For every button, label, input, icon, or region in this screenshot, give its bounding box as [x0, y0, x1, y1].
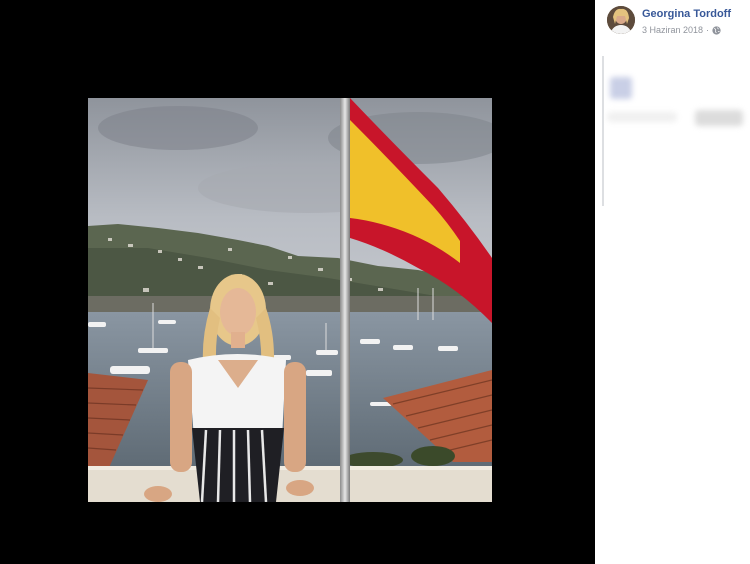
post-info: 3 Haziran 2018 · [642, 25, 731, 36]
globe-icon[interactable] [712, 26, 721, 35]
meta-separator: · [706, 25, 710, 35]
sidebar-divider [602, 56, 604, 206]
blurred-content [607, 112, 677, 122]
author-meta: Georgina Tordoff 3 Haziran 2018 · [642, 6, 731, 36]
post-date-link[interactable]: 3 Haziran 2018 [642, 25, 703, 36]
post-sidebar: Georgina Tordoff 3 Haziran 2018 · [595, 0, 750, 564]
avatar[interactable] [607, 6, 635, 34]
post-photo[interactable] [88, 98, 492, 502]
avatar-photo [607, 6, 635, 34]
author-name-link[interactable]: Georgina Tordoff [642, 8, 731, 21]
blurred-content [610, 77, 632, 99]
photo-viewer [0, 0, 595, 564]
post-header: Georgina Tordoff 3 Haziran 2018 · [607, 6, 731, 36]
photo-image [88, 98, 492, 502]
blurred-content [695, 110, 743, 126]
